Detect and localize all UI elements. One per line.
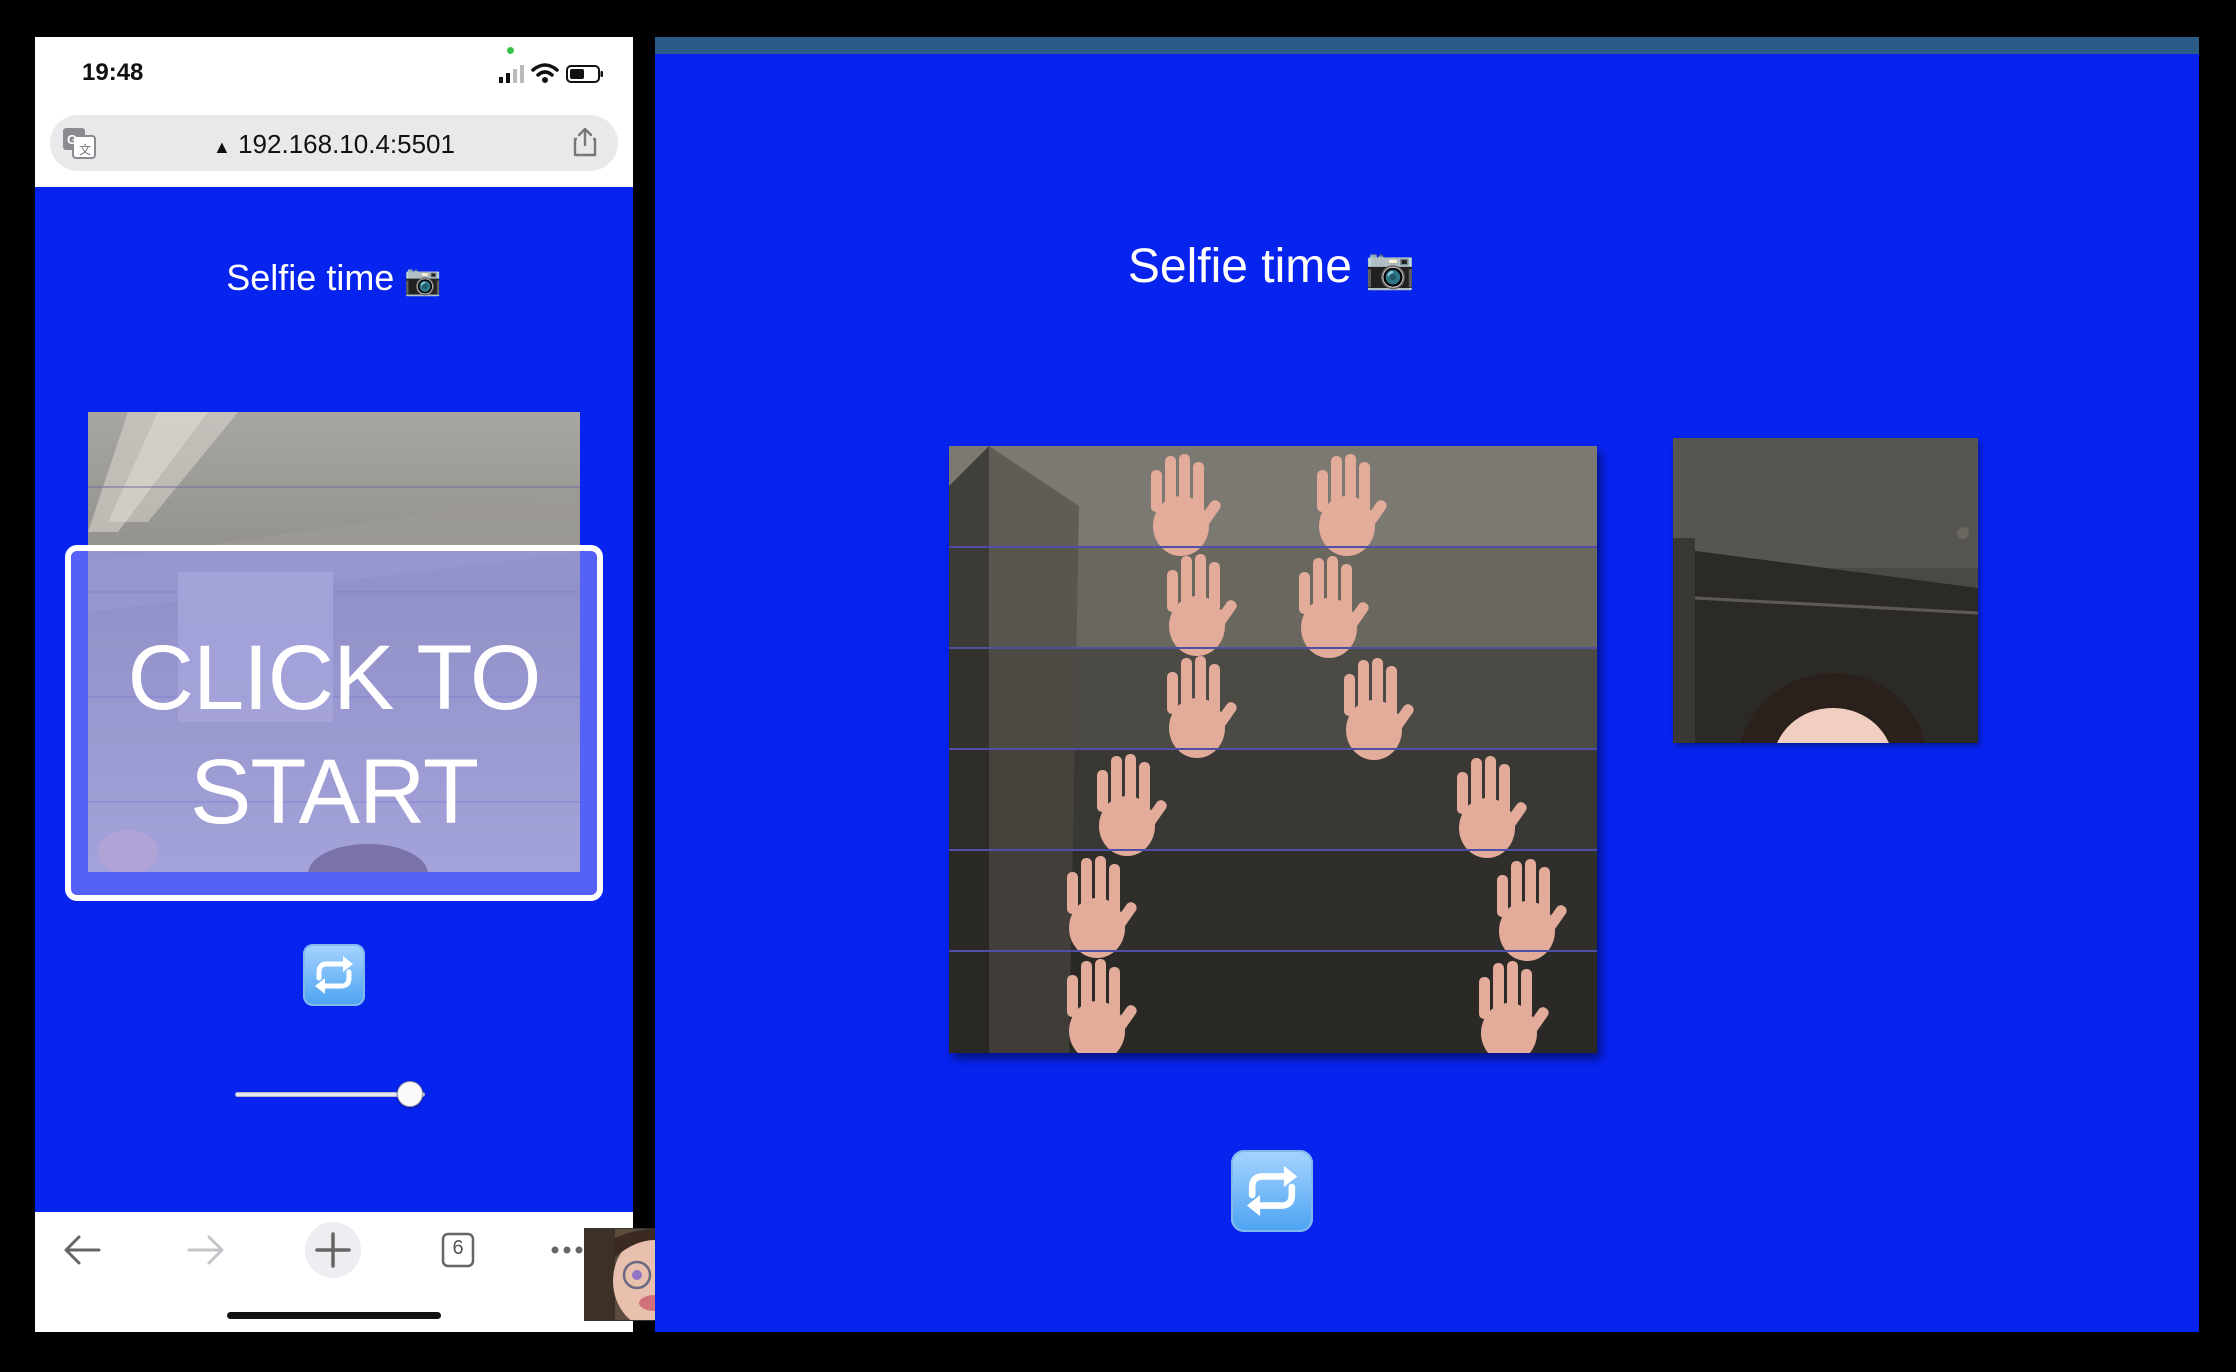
desktop-repeat-button[interactable]	[1231, 1150, 1313, 1232]
url-text[interactable]: ▲ 192.168.10.4:5501	[50, 129, 618, 160]
camera-emoji-icon: 📷	[1365, 247, 1416, 291]
mic-indicator-dot	[507, 47, 514, 54]
more-icon[interactable]	[549, 1228, 589, 1272]
phone-screen: 19:48 G 文 ▲ 192.168.10.4:5501 Selfie tim…	[35, 37, 633, 1332]
click-to-start-button[interactable]: CLICK TO START	[65, 545, 603, 901]
page-title: Selfie time 📷	[35, 257, 633, 299]
status-time: 19:48	[82, 59, 144, 86]
new-tab-button[interactable]	[305, 1222, 361, 1278]
url-value: 192.168.10.4:5501	[238, 129, 455, 159]
start-button-label: CLICK TO START	[127, 627, 542, 843]
tab-count: 6	[452, 1237, 464, 1259]
page-title-text: Selfie time	[226, 257, 395, 298]
repeat-button[interactable]	[303, 944, 365, 1006]
slider-thumb[interactable]	[396, 1081, 423, 1107]
ios-status-and-url-bar: 19:48 G 文 ▲ 192.168.10.4:5501	[35, 37, 633, 187]
home-indicator	[227, 1312, 441, 1319]
battery-icon	[566, 65, 603, 83]
plus-icon	[315, 1232, 351, 1268]
collage-image	[949, 446, 1597, 1053]
repeat-icon	[1246, 1165, 1298, 1217]
filter-slider[interactable]	[235, 1079, 435, 1109]
window-top-strip	[655, 37, 2199, 54]
desktop-page-title: Selfie time 📷	[655, 239, 1888, 294]
tabs-button[interactable]: 6	[439, 1228, 477, 1272]
warning-triangle-icon: ▲	[213, 137, 231, 157]
photo-collage	[949, 446, 1597, 1053]
back-arrow-icon[interactable]	[59, 1228, 105, 1272]
desktop-page-title-text: Selfie time	[1127, 240, 1352, 293]
camera-emoji-icon: 📷	[404, 264, 442, 297]
wifi-icon	[531, 63, 559, 83]
share-icon[interactable]	[572, 127, 598, 157]
address-bar[interactable]: G 文 ▲ 192.168.10.4:5501	[50, 115, 618, 171]
repeat-icon	[315, 956, 353, 994]
snapshot-image	[1673, 438, 1978, 743]
forward-arrow-icon[interactable]	[183, 1228, 229, 1272]
cellular-signal-icon	[499, 65, 524, 83]
browser-toolbar: 6	[35, 1212, 633, 1332]
latest-frame-snapshot	[1673, 438, 1978, 743]
desktop-browser-viewport: Selfie time 📷	[655, 37, 2199, 1332]
